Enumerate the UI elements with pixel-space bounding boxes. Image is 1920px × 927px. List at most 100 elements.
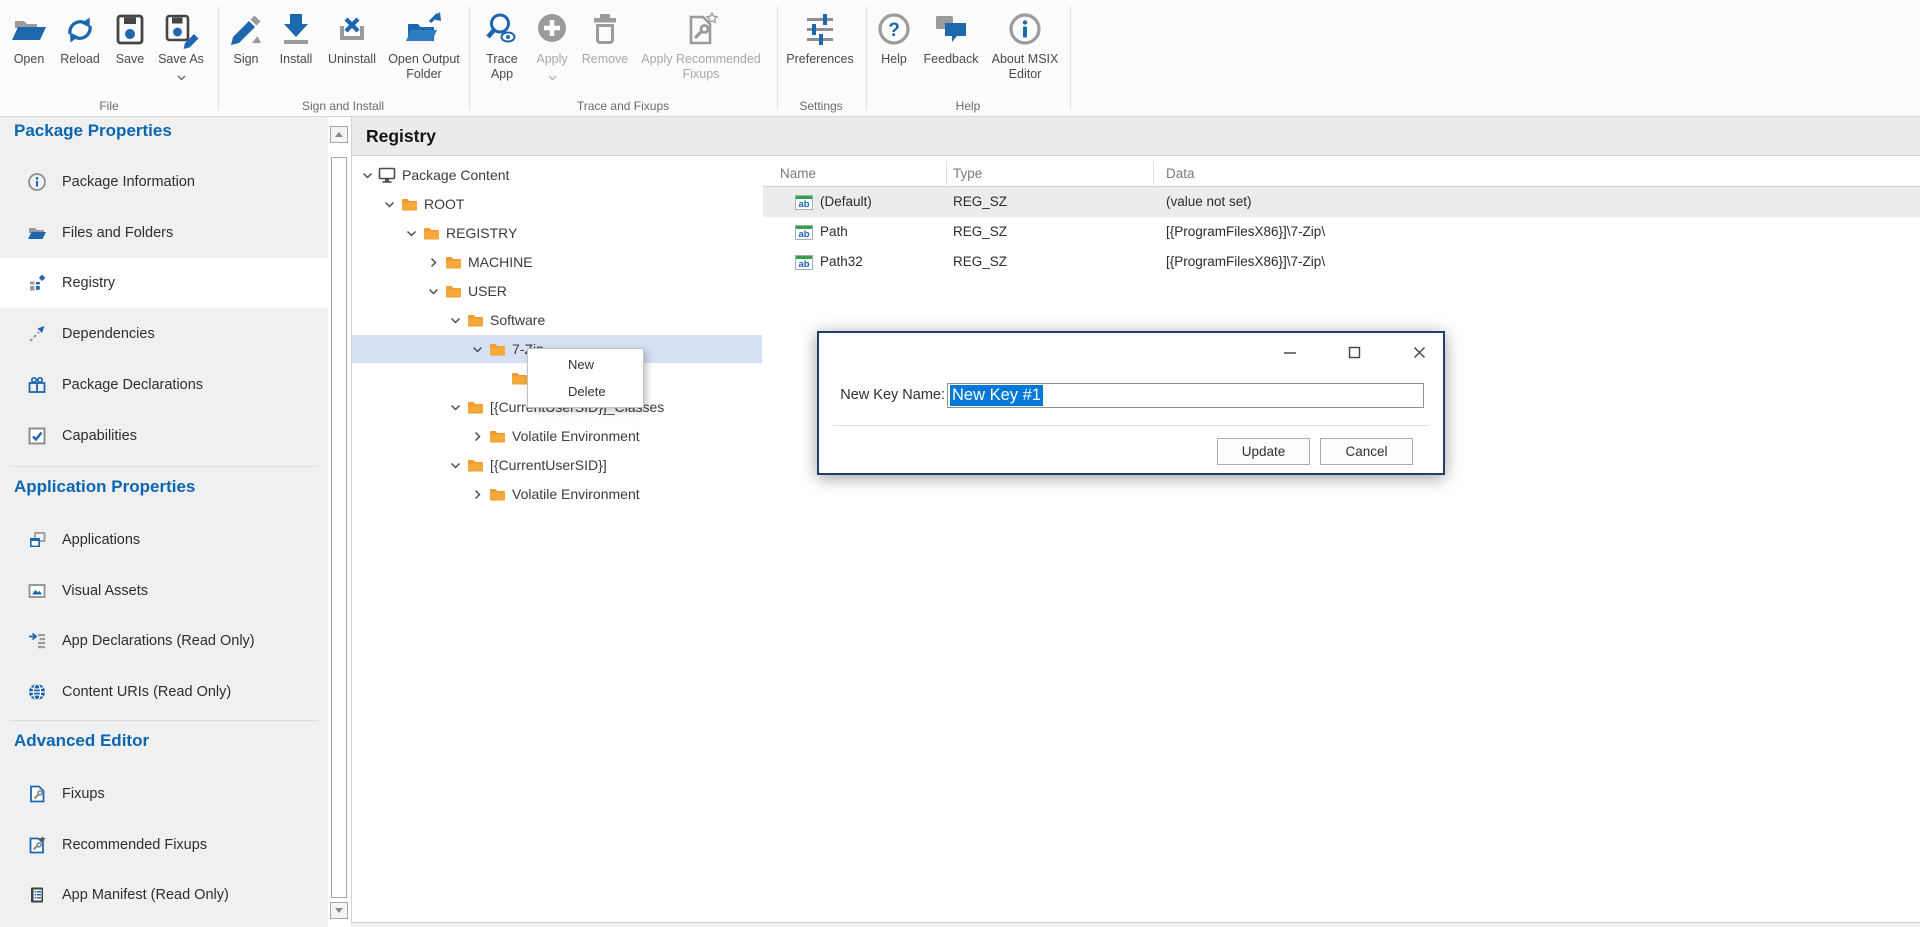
sidebar-item-label: App Declarations (Read Only) [62,633,255,649]
trace-app-button[interactable]: Trace App [476,8,528,82]
chevron-down-icon[interactable] [448,459,463,471]
save-as-button[interactable]: Save As [150,8,212,75]
tree-item-software[interactable]: Software [352,306,762,334]
chevron-down-icon[interactable] [426,285,441,297]
tree-item-package-content[interactable]: Package Content [352,161,762,189]
folder-icon [400,197,418,212]
info-icon [27,172,47,192]
sidebar-item-files-and-folders[interactable]: Files and Folders [0,208,328,258]
install-button[interactable]: Install [270,8,322,67]
maximize-icon [1348,346,1361,359]
cell-data: (value not set) [1166,187,1252,217]
selected-input-text: New Key #1 [950,385,1043,406]
apply-recommended-fixups-button[interactable]: Apply Recommended Fixups [626,8,776,82]
content-scrollbar[interactable] [328,117,352,927]
feedback-button[interactable]: Feedback [918,8,984,67]
sidebar-item-label: Visual Assets [62,583,148,599]
chevron-down-icon[interactable] [404,227,419,239]
ribbon-group-label-settings: Settings [751,99,891,113]
tree-item-label: Volatile Environment [512,486,640,502]
scrollbar-thumb[interactable] [331,157,347,898]
chevron-down-icon [548,68,557,75]
maximize-button[interactable] [1342,341,1366,363]
about-msix-editor-button[interactable]: About MSIX Editor [983,8,1067,82]
tree-item-label: MACHINE [468,254,533,270]
column-header-name[interactable]: Name [780,161,816,186]
folder-icon [466,458,484,473]
open-folder-icon [9,8,49,52]
button-label: Open [14,52,45,67]
sidebar-item-app-declarations[interactable]: App Declarations (Read Only) [0,616,328,666]
cell-data: [{ProgramFilesX86}]\7-Zip\ [1166,247,1325,277]
sidebar-heading-application-properties: Application Properties [14,477,195,501]
sidebar-item-content-uris[interactable]: Content URIs (Read Only) [0,667,328,717]
context-menu-item-delete[interactable]: Delete [529,378,642,405]
tree-item-volatile-environment[interactable]: Volatile Environment [352,480,762,508]
tree-item-currentusersid[interactable]: [{CurrentUserSID}] [352,451,762,479]
cancel-button[interactable]: Cancel [1320,438,1413,465]
chevron-right-icon[interactable] [426,256,441,268]
open-button[interactable]: Open [4,8,54,67]
chevron-right-icon[interactable] [470,430,485,442]
new-key-name-input[interactable]: New Key #1 [947,383,1424,408]
chevron-down-icon[interactable] [448,314,463,326]
apply-button[interactable]: Apply [528,8,576,75]
reload-button[interactable]: Reload [53,8,107,67]
column-header-type[interactable]: Type [953,161,982,186]
context-menu-item-new[interactable]: New [529,351,642,378]
scroll-down-button[interactable] [330,902,348,919]
save-button[interactable]: Save [107,8,153,67]
chevron-down-icon[interactable] [470,343,485,355]
sidebar-item-package-declarations[interactable]: Package Declarations [0,360,328,410]
dialog-divider [833,425,1429,426]
chevron-down-icon[interactable] [448,401,463,413]
sidebar-item-recommended-fixups[interactable]: Recommended Fixups [0,820,328,870]
sidebar-item-label: Files and Folders [62,225,173,241]
chevron-right-icon[interactable] [470,488,485,500]
registry-icon [27,273,47,293]
sidebar-item-app-manifest[interactable]: App Manifest (Read Only) [0,870,328,920]
sidebar-item-visual-assets[interactable]: Visual Assets [0,566,328,616]
open-output-folder-button[interactable]: Open Output Folder [378,8,470,82]
fixups-star-doc-icon [681,8,721,52]
column-header-data[interactable]: Data [1166,161,1195,186]
minimize-button[interactable] [1278,341,1302,363]
tree-item-user[interactable]: USER [352,277,762,305]
sidebar-item-label: Package Declarations [62,377,203,393]
folder-icon [510,371,528,386]
chevron-down-icon[interactable] [360,169,375,181]
tree-item-label: REGISTRY [446,225,517,241]
close-button[interactable] [1407,341,1431,363]
table-row[interactable]: ab Path32 REG_SZ [{ProgramFilesX86}]\7-Z… [763,247,1920,277]
sidebar-item-fixups[interactable]: Fixups [0,769,328,819]
image-icon [27,581,47,601]
uninstall-button[interactable]: Uninstall [319,8,385,67]
button-label: Remove [582,52,629,67]
preferences-button[interactable]: Preferences [780,8,860,67]
sidebar-item-capabilities[interactable]: Capabilities [0,411,328,461]
sidebar-item-dependencies[interactable]: Dependencies [0,309,328,359]
tree-item-root[interactable]: ROOT [352,190,762,218]
table-row[interactable]: ab (Default) REG_SZ (value not set) [763,187,1920,217]
info-circle-icon [1005,8,1045,52]
button-label: Preferences [786,52,853,67]
table-row[interactable]: ab Path REG_SZ [{ProgramFilesX86}]\7-Zip… [763,217,1920,247]
sidebar-item-package-information[interactable]: Package Information [0,157,328,207]
help-button[interactable]: ? Help [873,8,915,67]
list-arrow-icon [27,631,47,651]
apply-plus-icon [532,8,572,52]
install-arrow-icon [276,8,316,52]
sidebar-item-applications[interactable]: Applications [0,515,328,565]
sidebar-item-registry[interactable]: Registry [0,258,328,308]
ribbon-separator [1070,6,1071,110]
tree-item-machine[interactable]: MACHINE [352,248,762,276]
chevron-down-icon[interactable] [382,198,397,210]
cell-type: REG_SZ [953,187,1007,217]
update-button[interactable]: Update [1217,438,1310,465]
sidebar-heading-package-properties: Package Properties [14,121,172,145]
sign-button[interactable]: Sign [224,8,268,67]
scroll-up-button[interactable] [330,126,348,143]
tree-item-registry[interactable]: REGISTRY [352,219,762,247]
ribbon-group-label-help: Help [898,99,1038,113]
tree-item-volatile-environment[interactable]: Volatile Environment [352,422,762,450]
